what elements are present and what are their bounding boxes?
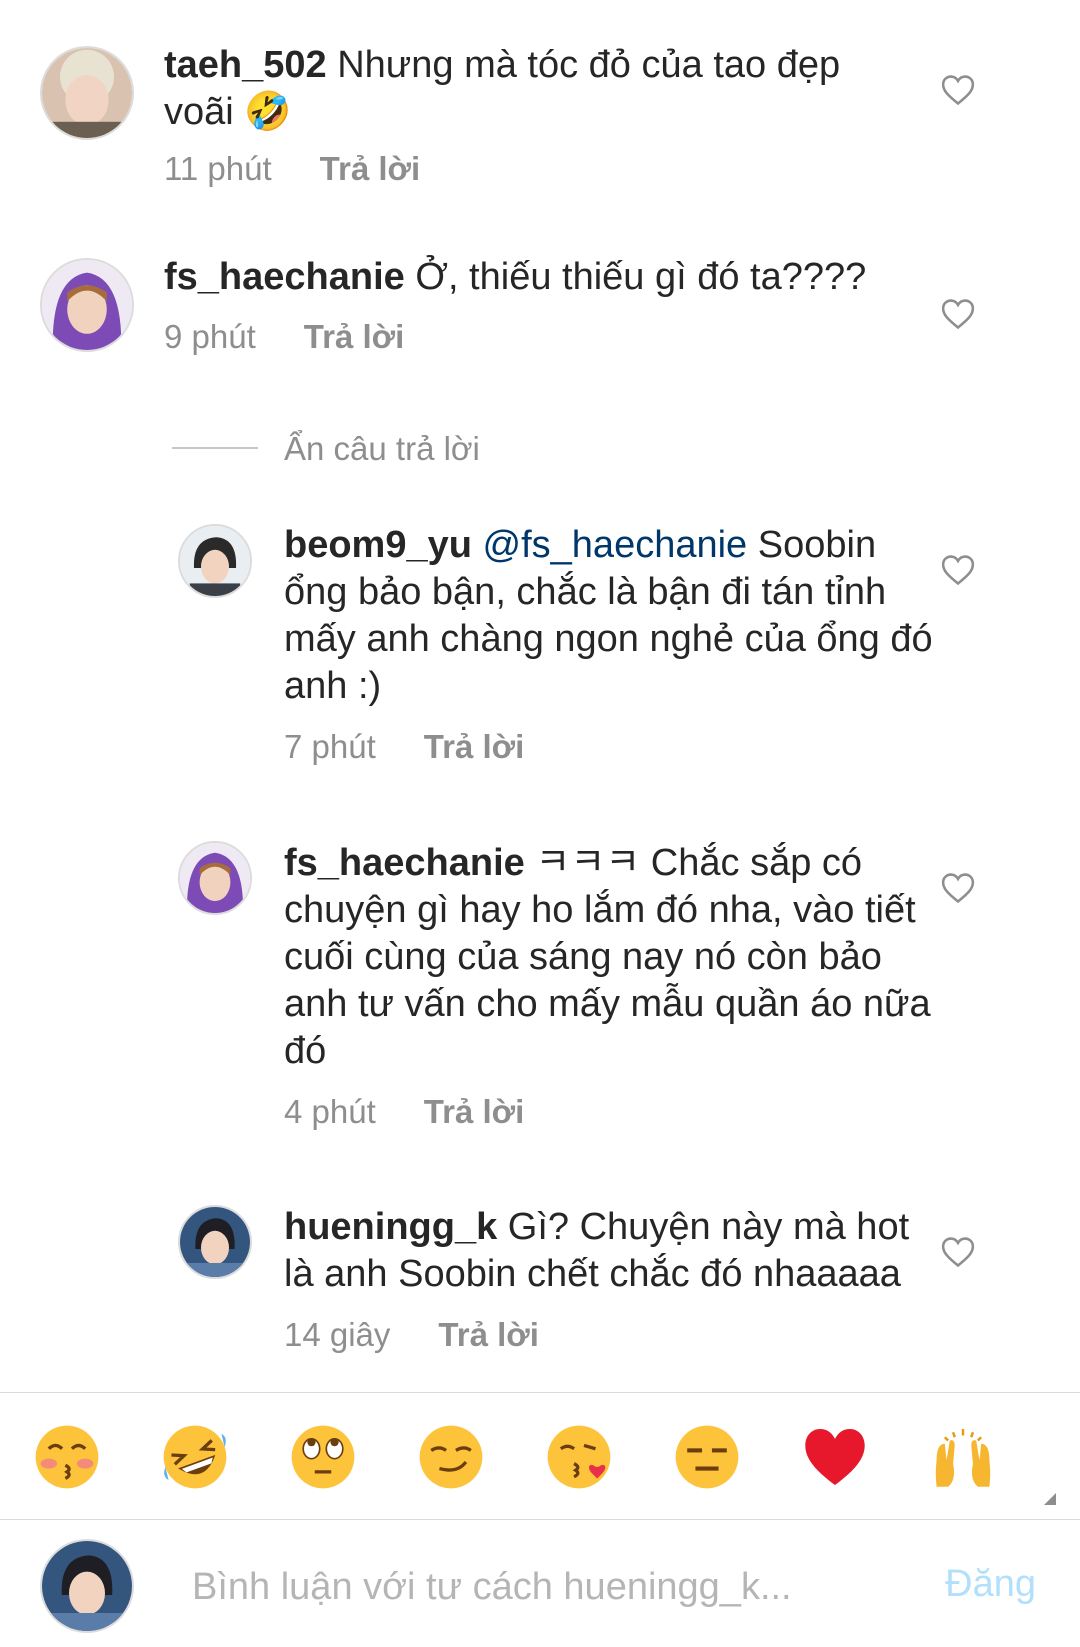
hide-replies-label: Ẩn câu trả lời [284, 430, 480, 467]
like-heart-icon[interactable] [941, 872, 975, 904]
comment-time: 11 phút [164, 150, 272, 187]
avatar [40, 1539, 134, 1633]
avatar[interactable] [178, 524, 252, 598]
like-heart-icon[interactable] [941, 74, 975, 106]
comment-username[interactable]: beom9_yu [284, 524, 472, 566]
red-heart-emoji-icon[interactable] [802, 1424, 868, 1490]
comment-username[interactable]: taeh_502 [164, 44, 327, 86]
like-heart-icon[interactable] [941, 554, 975, 586]
mention-link[interactable]: @fs_haechanie [483, 524, 748, 566]
divider [172, 447, 258, 449]
reply-button[interactable]: Trả lời [320, 150, 421, 187]
reply-button[interactable]: Trả lời [424, 728, 525, 765]
smirk-emoji-icon[interactable] [418, 1424, 484, 1490]
reply-button[interactable]: Trả lời [438, 1316, 539, 1353]
like-heart-icon[interactable] [941, 298, 975, 330]
raising-hands-emoji-icon[interactable] [930, 1424, 996, 1490]
avatar[interactable] [40, 258, 134, 352]
post-button[interactable]: Đăng [945, 1563, 1036, 1606]
avatar[interactable] [178, 1205, 252, 1279]
comment-text: Ở, thiếu thiếu gì đó ta???? [415, 256, 867, 298]
expand-corner-icon[interactable] [1044, 1493, 1056, 1505]
comment-time: 14 giây [284, 1316, 391, 1353]
avatar[interactable] [178, 841, 252, 915]
comment-composer: Đăng [0, 1521, 1080, 1647]
emoji-quick-bar [0, 1392, 1080, 1520]
comment-time: 4 phút [284, 1093, 376, 1130]
avatar[interactable] [40, 46, 134, 140]
face-blowing-kiss-emoji-icon[interactable] [546, 1424, 612, 1490]
rolling-laughing-emoji-icon[interactable] [162, 1424, 228, 1490]
comment-username[interactable]: fs_haechanie [284, 842, 525, 884]
comment-time: 9 phút [164, 318, 256, 355]
like-heart-icon[interactable] [941, 1236, 975, 1268]
comment-time: 7 phút [284, 728, 376, 765]
comment-username[interactable]: fs_haechanie [164, 256, 405, 298]
kissing-smiling-eyes-emoji-icon[interactable] [34, 1424, 100, 1490]
expressionless-emoji-icon[interactable] [674, 1424, 740, 1490]
reply-button[interactable]: Trả lời [424, 1093, 525, 1130]
comment-username[interactable]: hueningg_k [284, 1206, 497, 1248]
reply-button[interactable]: Trả lời [304, 318, 405, 355]
eye-roll-emoji-icon[interactable] [290, 1424, 356, 1490]
comment-input[interactable] [190, 1561, 854, 1613]
